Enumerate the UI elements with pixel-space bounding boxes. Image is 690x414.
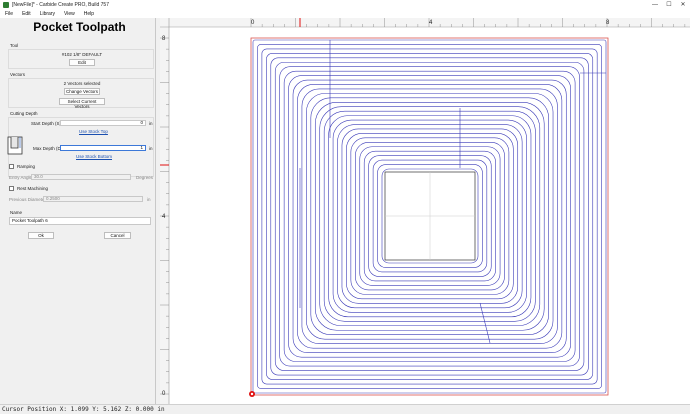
title-bar: [NewFile]* - Carbide Create PRO, Build 7…	[0, 0, 690, 10]
design-canvas[interactable]: 0 4 8 8 4 0	[160, 18, 690, 404]
tool-name: #102 1/8" DEFAULT	[61, 52, 103, 57]
panel-title: Pocket Toolpath	[33, 20, 126, 34]
menu-view[interactable]: View	[64, 11, 75, 17]
depth-diagram-icon	[7, 136, 23, 155]
rest-machining-label: Rest Machining	[17, 186, 49, 191]
name-label: Name	[10, 210, 23, 215]
max-depth-label: Max Depth (D)	[33, 146, 63, 151]
menu-library[interactable]: Library	[40, 11, 55, 17]
entry-angle-unit: Degrees	[136, 175, 154, 180]
origin-icon	[249, 391, 255, 397]
tool-group: #102 1/8" DEFAULT Edit	[8, 49, 154, 69]
left-ruler	[160, 18, 169, 404]
top-ruler	[160, 18, 690, 27]
select-current-vectors-button[interactable]: Select Current Vectors	[59, 98, 105, 109]
close-button[interactable]: ✕	[676, 0, 690, 10]
ramping-checkbox[interactable]	[9, 164, 14, 169]
use-stock-top-link[interactable]: Use Stock Top	[79, 129, 108, 134]
start-depth-label: Start Depth (S)	[31, 121, 62, 126]
window-controls: — ☐ ✕	[648, 0, 690, 10]
previous-diameter-unit: in	[147, 197, 151, 202]
start-depth-unit: in	[149, 121, 153, 126]
menu-edit[interactable]: Edit	[22, 11, 31, 17]
change-vectors-button[interactable]: Change Vectors	[64, 88, 100, 95]
entry-angle-label: Entry Angle	[9, 175, 33, 180]
cancel-button[interactable]: Cancel	[104, 232, 131, 239]
edit-tool-button[interactable]: Edit	[69, 59, 95, 66]
cutting-depth-group-label: Cutting Depth	[10, 111, 38, 116]
toolpath-name-input[interactable]: Pocket Toolpath 6	[9, 217, 151, 225]
vectors-group-label: Vectors	[10, 72, 26, 77]
menu-file[interactable]: File	[5, 11, 13, 17]
vectors-group: 2 Vectors selected Change Vectors Select…	[8, 78, 154, 109]
previous-diameter-input[interactable]: 0.2500	[43, 196, 143, 202]
rest-machining-checkbox[interactable]	[9, 186, 14, 191]
entry-angle-input[interactable]: 30.0	[31, 174, 131, 180]
cursor-position-text: Cursor Position X: 1.099 Y: 5.162 Z: 0.0…	[2, 406, 165, 413]
menu-bar: File Edit Library View Help	[0, 10, 690, 18]
pocket-toolpath-panel: Pocket Toolpath Tool #102 1/8" DEFAULT E…	[3, 18, 156, 404]
status-bar: Cursor Position X: 1.099 Y: 5.162 Z: 0.0…	[0, 404, 690, 414]
canvas-svg[interactable]: 0 4 8 8 4 0	[160, 18, 690, 404]
tool-group-label: Tool	[10, 43, 19, 48]
minimize-button[interactable]: —	[648, 0, 662, 10]
menu-help[interactable]: Help	[84, 11, 94, 17]
previous-diameter-label: Previous Diameter	[9, 197, 47, 202]
max-depth-unit: in	[149, 146, 153, 151]
vectors-selected-text: 2 Vectors selected	[63, 81, 101, 86]
ok-button[interactable]: Ok	[28, 232, 54, 239]
use-stock-bottom-link[interactable]: Use Stock Bottom	[76, 154, 112, 159]
ramping-label: Ramping	[17, 164, 36, 169]
max-depth-input[interactable]: 1	[60, 145, 146, 151]
app-icon	[3, 2, 9, 8]
start-depth-input[interactable]: 0	[60, 120, 146, 126]
window-title: [NewFile]* - Carbide Create PRO, Build 7…	[12, 2, 109, 8]
maximize-button[interactable]: ☐	[662, 0, 676, 10]
